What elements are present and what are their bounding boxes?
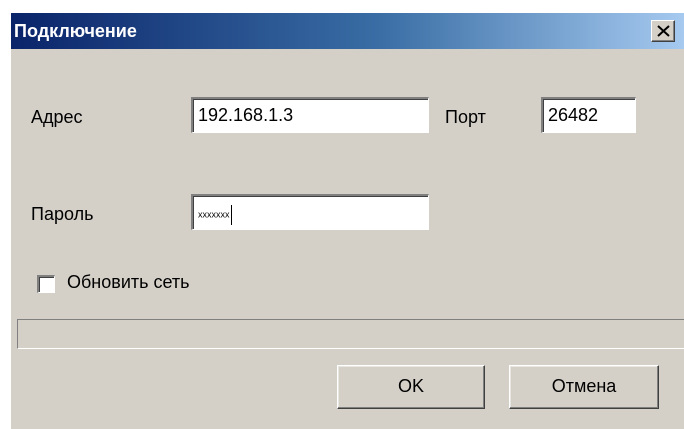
ok-button[interactable]: OK	[337, 365, 485, 409]
refresh-network-checkbox[interactable]	[37, 275, 55, 293]
port-label: Порт	[445, 107, 486, 127]
close-button[interactable]	[651, 20, 675, 42]
password-input[interactable]: xxxxxxx	[191, 194, 429, 230]
window-title: Подключение	[14, 21, 137, 41]
connection-dialog: Подключение Адрес 192.168.1.3 Порт 26482…	[10, 12, 684, 429]
port-input[interactable]: 26482	[541, 97, 636, 133]
text-caret	[230, 205, 232, 225]
address-label: Адрес	[31, 107, 83, 127]
title-bar: Подключение	[11, 13, 684, 49]
refresh-network-label[interactable]: Обновить сеть	[67, 271, 190, 293]
progress-bar	[17, 319, 684, 349]
address-input[interactable]: 192.168.1.3	[191, 97, 429, 133]
cancel-button[interactable]: Отмена	[509, 365, 659, 409]
close-icon	[657, 25, 670, 37]
password-label: Пароль	[31, 204, 94, 224]
password-value: xxxxxxx	[198, 209, 230, 220]
